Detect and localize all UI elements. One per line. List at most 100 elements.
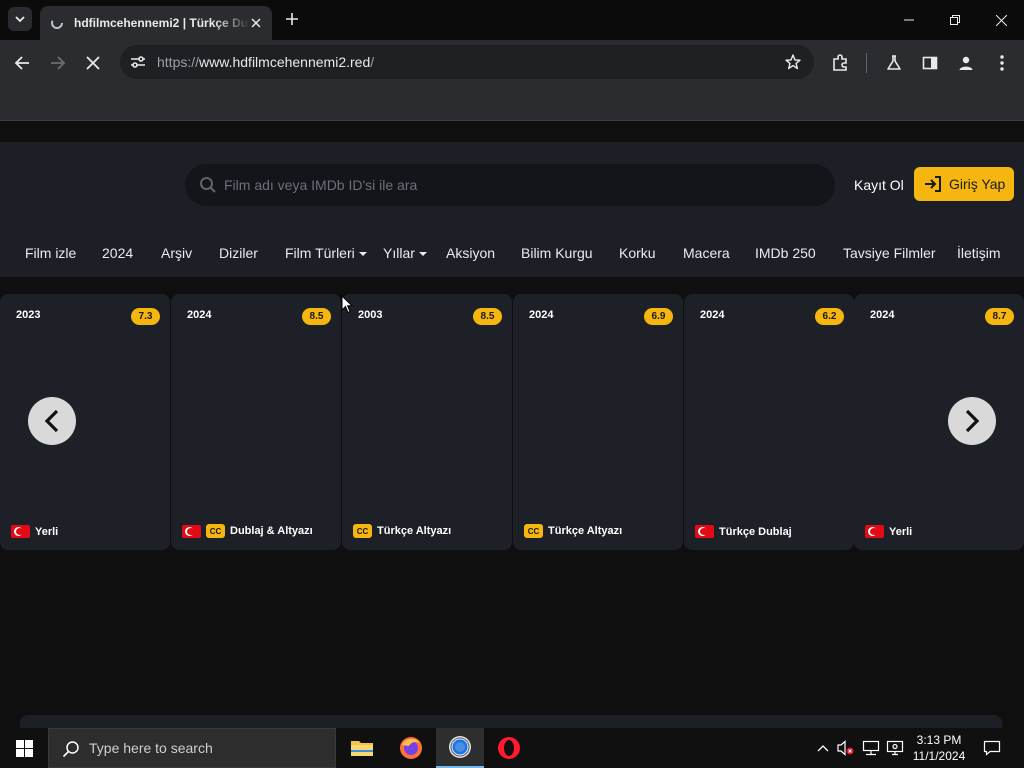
register-link[interactable]: Kayıt Ol (854, 177, 904, 193)
display-button[interactable] (884, 728, 906, 768)
windows-taskbar: Type here to search 3:13 PM 11/1/2024 (0, 728, 1024, 768)
side-panel-icon[interactable] (919, 52, 941, 74)
site-info-icon[interactable] (129, 53, 147, 71)
movie-card[interactable]: 2024 8.5 CC Dublaj & Altyazı (171, 294, 341, 550)
close-window-button[interactable] (978, 0, 1024, 40)
tab-active[interactable]: hdfilmcehennemi2 | Türkçe Dublaj (40, 6, 272, 40)
tab-title: hdfilmcehennemi2 | Türkçe Dublaj (74, 16, 250, 30)
movie-card[interactable]: 2003 8.5 CC Türkçe Altyazı (342, 294, 512, 550)
language-tag: CC Türkçe Altyazı (353, 524, 451, 538)
ethernet-icon (862, 740, 880, 756)
clock-date: 11/1/2024 (912, 749, 966, 763)
firefox-button[interactable] (387, 728, 435, 768)
turkey-flag-icon (11, 525, 30, 538)
movie-card[interactable]: 2024 8.7 Yerli (854, 294, 1024, 550)
taskbar-clock[interactable]: 3:13 PM 11/1/2024 (904, 732, 974, 764)
chevron-down-icon (15, 16, 25, 23)
nav-tavsiye-filmler[interactable]: Tavsiye Filmler (843, 245, 936, 261)
nav-yillar[interactable]: Yıllar (383, 245, 427, 261)
login-button[interactable]: Giriş Yap (914, 167, 1014, 201)
language-label: Dublaj & Altyazı (230, 525, 313, 537)
arrow-left-icon (14, 56, 29, 70)
turkey-flag-icon (182, 524, 201, 538)
network-button[interactable] (860, 728, 882, 768)
movie-year: 2023 (16, 309, 41, 321)
movie-card[interactable]: 2024 6.9 CC Türkçe Altyazı (513, 294, 683, 550)
cc-icon: CC (353, 524, 372, 538)
search-placeholder: Film adı veya IMDb ID'si ile ara (224, 177, 418, 193)
nav-korku[interactable]: Korku (619, 245, 656, 261)
movie-year: 2024 (529, 309, 554, 321)
movie-card[interactable]: 2023 7.3 Yerli (0, 294, 170, 550)
chrome-button[interactable] (436, 728, 484, 768)
opera-button[interactable] (485, 728, 533, 768)
nav-2024[interactable]: 2024 (102, 245, 133, 261)
restore-button[interactable] (932, 0, 978, 40)
movie-year: 2024 (870, 309, 895, 321)
turkey-flag-icon (865, 525, 884, 538)
speaker-muted-icon (837, 740, 854, 756)
nav-iletisim[interactable]: İletişim (957, 245, 1001, 261)
extensions-icon[interactable] (829, 52, 851, 74)
search-input[interactable]: Film adı veya IMDb ID'si ile ara (185, 164, 835, 206)
stop-loading-button[interactable] (80, 50, 106, 76)
rating-badge: 8.5 (302, 308, 331, 325)
address-bar[interactable]: https://www.hdfilmcehennemi2.red/ (120, 45, 814, 79)
firefox-icon (400, 737, 422, 759)
notifications-button[interactable] (978, 728, 1006, 768)
clock-time: 3:13 PM (916, 733, 962, 747)
caret-down-icon (418, 252, 427, 257)
minimize-button[interactable] (886, 0, 932, 40)
forward-button[interactable] (45, 50, 71, 76)
close-icon (86, 56, 100, 70)
cc-icon: CC (524, 524, 543, 538)
tab-close-icon[interactable] (248, 15, 264, 31)
nav-diziler[interactable]: Diziler (219, 245, 258, 261)
nav-bilim-kurgu[interactable]: Bilim Kurgu (521, 245, 593, 261)
movie-carousel: 2023 7.3 Yerli 2024 8.5 CC Dublaj & Altya… (0, 294, 1024, 550)
browser-tabstrip: hdfilmcehennemi2 | Türkçe Dublaj (0, 0, 1024, 40)
nav-yillar-label: Yıllar (383, 245, 415, 261)
nav-film-turleri-label: Film Türleri (285, 245, 355, 261)
rating-badge: 6.2 (815, 308, 844, 325)
new-tab-button[interactable] (282, 9, 302, 29)
site-nav: Film izle 2024 Arşiv Diziler Film Türler… (0, 227, 1024, 277)
url-path: / (370, 54, 375, 70)
nav-imdb-250[interactable]: IMDb 250 (755, 245, 816, 261)
movie-year: 2024 (700, 309, 725, 321)
profile-icon[interactable] (955, 52, 977, 74)
nav-arsiv[interactable]: Arşiv (161, 245, 192, 261)
search-icon (200, 177, 216, 193)
plus-icon (286, 13, 298, 25)
taskbar-search-box[interactable]: Type here to search (48, 728, 336, 768)
file-explorer-button[interactable] (338, 728, 386, 768)
bookmark-star-icon[interactable] (784, 53, 802, 71)
tab-search-button[interactable] (8, 7, 32, 31)
rating-badge: 8.7 (985, 308, 1014, 325)
volume-muted-button[interactable] (836, 728, 856, 768)
close-icon (995, 14, 1007, 26)
nav-aksiyon[interactable]: Aksiyon (446, 245, 495, 261)
folder-icon (351, 741, 373, 756)
labs-flask-icon[interactable] (883, 52, 905, 74)
chevron-up-icon (817, 745, 829, 752)
carousel-prev-button[interactable] (28, 397, 76, 445)
nav-macera[interactable]: Macera (683, 245, 730, 261)
nav-film-turleri[interactable]: Film Türleri (285, 245, 367, 261)
language-tag: Yerli (865, 525, 912, 538)
show-hidden-icons-button[interactable] (813, 728, 833, 768)
menu-kebab-icon[interactable] (991, 52, 1013, 74)
mouse-cursor-icon (341, 295, 353, 314)
turkey-flag-icon (695, 525, 714, 538)
nav-film-izle[interactable]: Film izle (25, 245, 76, 261)
arrow-right-icon (51, 56, 66, 70)
chevron-left-icon (44, 409, 59, 433)
start-button[interactable] (0, 728, 48, 768)
back-button[interactable] (9, 50, 35, 76)
content-section-edge (20, 715, 1002, 728)
rating-badge: 6.9 (644, 308, 673, 325)
language-label: Türkçe Dublaj (719, 525, 792, 538)
movie-card[interactable]: 2024 6.2 Türkçe Dublaj (684, 294, 854, 550)
movie-year: 2024 (187, 309, 212, 321)
carousel-next-button[interactable] (948, 397, 996, 445)
